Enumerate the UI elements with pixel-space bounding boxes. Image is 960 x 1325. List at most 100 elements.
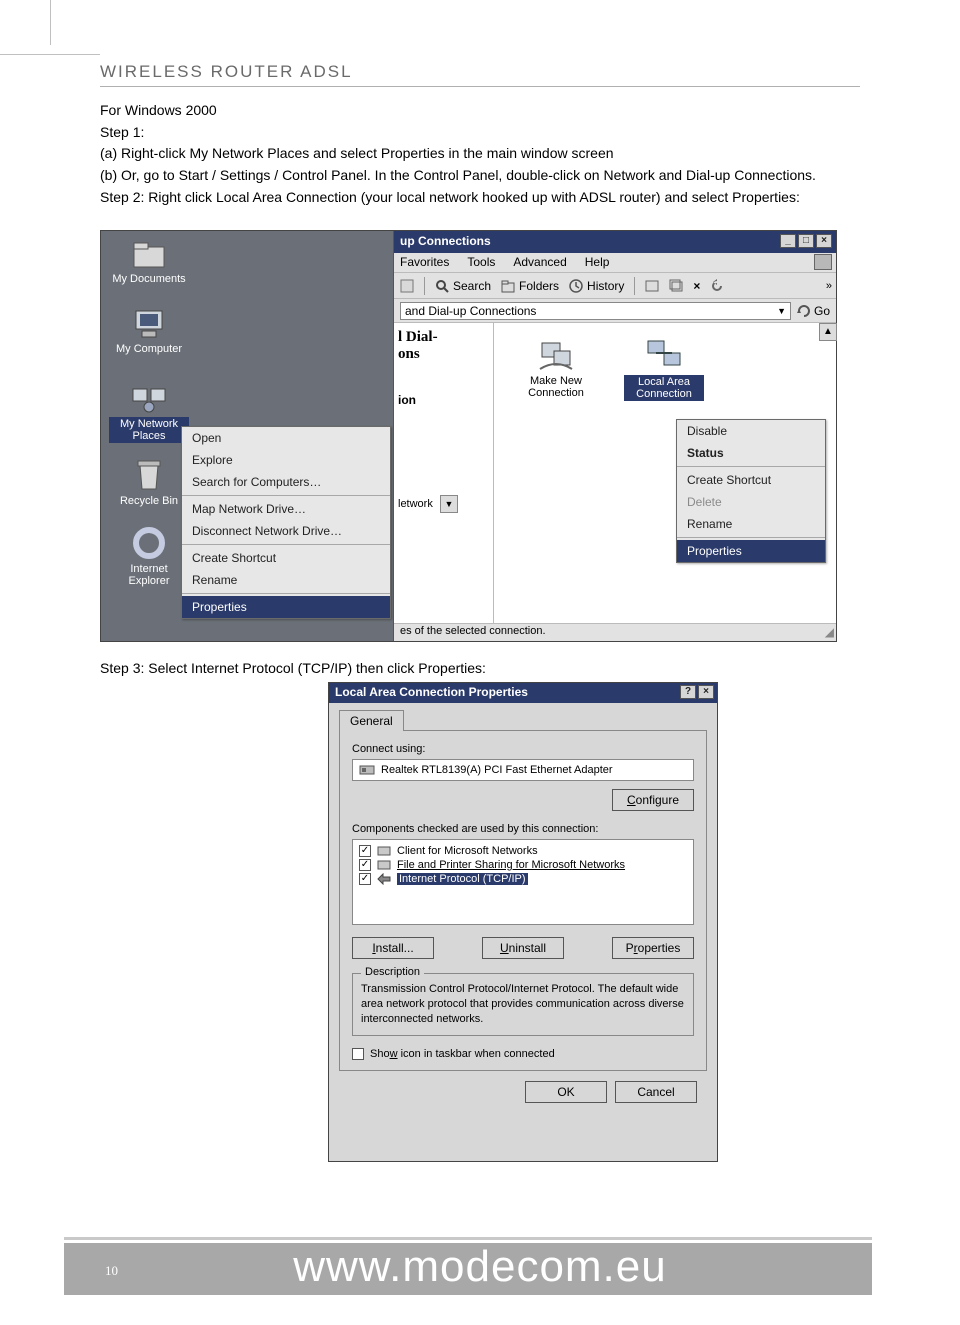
properties-button[interactable]: Properties: [612, 937, 694, 959]
delete-icon[interactable]: ×: [693, 279, 700, 293]
desktop-icon-mydocs[interactable]: My Documents: [109, 241, 189, 285]
dropdown-icon[interactable]: ▼: [777, 306, 786, 316]
menu-item-properties[interactable]: Properties: [182, 596, 390, 618]
ie-icon: [133, 527, 165, 559]
service-icon: [377, 859, 391, 871]
context-menu-lac: Disable Status Create Shortcut Delete Re…: [676, 419, 826, 563]
toolbar-folders[interactable]: Folders: [501, 279, 559, 293]
menu-item-status[interactable]: Status: [677, 442, 825, 464]
install-button[interactable]: Install...: [352, 937, 434, 959]
menu-item-delete[interactable]: Delete: [677, 491, 825, 513]
components-label: Components checked are used by this conn…: [352, 823, 694, 835]
component-fileprint-label: File and Printer Sharing for Microsoft N…: [397, 859, 625, 871]
toolbar-folders-label: Folders: [519, 279, 559, 293]
computer-icon: [132, 309, 166, 339]
close-button[interactable]: ×: [698, 685, 714, 699]
components-list: ✓ Client for Microsoft Networks ✓ File a…: [352, 839, 694, 925]
menu-item-create-shortcut[interactable]: Create Shortcut: [182, 547, 390, 569]
component-client-label: Client for Microsoft Networks: [397, 845, 538, 857]
leftpane-heading-1: l Dial-: [398, 329, 489, 346]
uninstall-button[interactable]: Uninstall: [482, 937, 564, 959]
help-button[interactable]: ?: [680, 685, 696, 699]
client-icon: [377, 845, 391, 857]
configure-label: onfigure: [636, 793, 679, 807]
adapter-name: Realtek RTL8139(A) PCI Fast Ethernet Ada…: [381, 764, 613, 776]
footer-line: [64, 1237, 872, 1240]
toolbar-history[interactable]: History: [569, 279, 624, 293]
search-icon: [435, 279, 449, 293]
address-field[interactable]: and Dial-up Connections ▼: [400, 302, 791, 320]
menu-item-open[interactable]: Open: [182, 427, 390, 449]
decor-line-horizontal: [0, 54, 100, 55]
recycle-bin-icon: [134, 459, 164, 491]
toolbar: Search Folders History × »: [394, 273, 836, 299]
component-tcpip[interactable]: ✓ Internet Protocol (TCP/IP): [359, 872, 687, 886]
up-icon[interactable]: [400, 279, 414, 293]
ok-button[interactable]: OK: [525, 1081, 607, 1103]
menu-item-rename[interactable]: Rename: [182, 569, 390, 591]
desktop-label-mycomp: My Computer: [116, 343, 182, 355]
address-bar: and Dial-up Connections ▼ Go: [394, 299, 836, 323]
cancel-button[interactable]: Cancel: [615, 1081, 697, 1103]
intro-line-4: (b) Or, go to Start / Settings / Control…: [100, 165, 860, 187]
go-label: Go: [814, 304, 830, 318]
menu-item-search[interactable]: Search for Computers…: [182, 471, 390, 493]
checkbox-icon[interactable]: ✓: [359, 845, 371, 857]
local-area-connection-icon: [646, 339, 682, 371]
toolbar-chevron-icon[interactable]: »: [826, 280, 832, 292]
undo-icon[interactable]: [710, 279, 724, 293]
menu-favorites[interactable]: Favorites: [400, 255, 449, 270]
component-tcpip-label: Internet Protocol (TCP/IP): [397, 873, 528, 885]
moveto-icon[interactable]: [645, 279, 659, 293]
adapter-field: Realtek RTL8139(A) PCI Fast Ethernet Ada…: [352, 759, 694, 781]
go-button[interactable]: Go: [797, 304, 830, 318]
copyto-icon[interactable]: [669, 279, 683, 293]
connection-local-area[interactable]: Local Area Connection: [624, 339, 704, 401]
menu-item-disable[interactable]: Disable: [677, 420, 825, 442]
menu-help[interactable]: Help: [585, 255, 610, 270]
toolbar-search[interactable]: Search: [435, 279, 491, 293]
title-underline: [100, 86, 860, 87]
menu-separator: [677, 466, 825, 467]
menu-item-properties[interactable]: Properties: [677, 540, 825, 562]
maximize-button[interactable]: □: [798, 234, 814, 248]
show-icon-row[interactable]: Show icon in taskbar when connected: [352, 1048, 694, 1060]
go-icon: [797, 304, 811, 318]
menu-advanced[interactable]: Advanced: [513, 255, 566, 270]
component-client[interactable]: ✓ Client for Microsoft Networks: [359, 844, 687, 858]
leftpane-network-label: letwork: [398, 498, 433, 510]
menu-item-rename[interactable]: Rename: [677, 513, 825, 535]
desktop-icon-ie[interactable]: Internet Explorer: [109, 527, 189, 587]
desktop-icon-mycomp[interactable]: My Computer: [109, 309, 189, 355]
configure-button[interactable]: Configure: [612, 789, 694, 811]
checkbox-icon[interactable]: ✓: [359, 859, 371, 871]
menu-item-create-shortcut[interactable]: Create Shortcut: [677, 469, 825, 491]
desktop-icon-recycle[interactable]: Recycle Bin: [109, 459, 189, 507]
desktop-icon-mynet[interactable]: My Network Places: [109, 383, 189, 443]
resize-grip-icon[interactable]: ◢: [825, 625, 834, 639]
page-title: WIRELESS ROUTER ADSL: [100, 62, 353, 82]
menu-item-explore[interactable]: Explore: [182, 449, 390, 471]
desktop-label-recycle: Recycle Bin: [120, 495, 178, 507]
checkbox-icon[interactable]: [352, 1048, 364, 1060]
minimize-button[interactable]: _: [780, 234, 796, 248]
leftpane-dropdown-icon[interactable]: ▼: [440, 495, 458, 513]
scroll-up-button[interactable]: ▲: [819, 323, 837, 341]
toolbar-separator: [424, 277, 425, 295]
decor-line-vertical: [50, 0, 51, 45]
menu-item-disconnect-drive[interactable]: Disconnect Network Drive…: [182, 520, 390, 542]
tab-general[interactable]: General: [339, 710, 404, 731]
menu-separator: [182, 593, 390, 594]
checkbox-icon[interactable]: ✓: [359, 873, 371, 885]
history-icon: [569, 279, 583, 293]
show-icon-label: Show icon in taskbar when connected: [370, 1048, 555, 1060]
folders-icon: [501, 279, 515, 293]
intro-line-1: For Windows 2000: [100, 100, 860, 122]
network-places-icon: [131, 383, 167, 413]
toolbar-search-label: Search: [453, 279, 491, 293]
close-button[interactable]: ×: [816, 234, 832, 248]
menu-tools[interactable]: Tools: [467, 255, 495, 270]
connection-make-new[interactable]: Make New Connection: [516, 339, 596, 399]
component-fileprint[interactable]: ✓ File and Printer Sharing for Microsoft…: [359, 858, 687, 872]
menu-item-map-drive[interactable]: Map Network Drive…: [182, 498, 390, 520]
